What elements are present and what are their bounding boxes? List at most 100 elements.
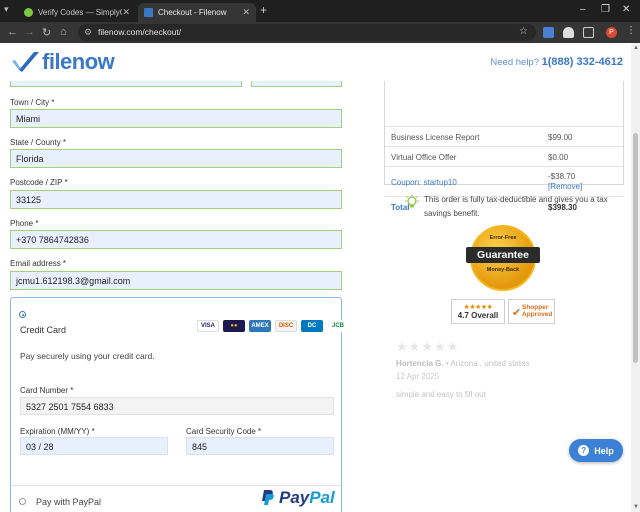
shopper-check-icon: ✔ [512,307,522,319]
simplycodes-favicon-icon [24,8,33,17]
zip-label: Postcode / ZIP * [10,178,68,187]
back-icon[interactable]: ← [7,26,18,38]
expiration-field[interactable]: 03 / 28 [20,437,168,455]
reload-icon[interactable]: ↻ [42,26,51,39]
tab-checkout[interactable]: Checkout - Filenow ✕ [138,3,256,22]
address-field-partial[interactable] [10,81,242,87]
visa-icon: VISA [197,320,219,332]
diners-club-icon: DC [301,320,323,332]
shopper-approved-badge[interactable]: ✔ Shopper Approved [508,299,555,324]
url-text[interactable]: filenow.com/checkout/ [98,27,181,37]
credit-card-label[interactable]: Credit Card [20,325,66,335]
discover-icon: DISC [275,320,297,332]
summary-item-label: Business License Report [391,133,480,142]
rating-badge[interactable]: ★★★★★ 4.7 Overall [451,299,505,324]
translate-extension-icon[interactable] [543,27,554,38]
card-number-field[interactable]: 5327 2501 7554 6833 [20,397,334,415]
seal-top-text: Error-Free [489,235,517,241]
card-number-label: Card Number * [20,386,74,395]
state-label: State / County * [10,138,67,147]
paypal-word-pal: Pal [309,488,335,507]
cvc-field[interactable]: 845 [186,437,334,455]
card-brands: VISA ●● AMEX DISC DC JCB [197,320,349,332]
close-tab-icon[interactable]: ✕ [242,7,250,18]
tab-title: Verify Codes — SimplyCodes [38,8,122,17]
need-help: Need help? 1(888) 332-4612 [490,56,623,68]
email-field[interactable]: jcmu1.612198.3@gmail.com [10,271,342,290]
cvc-label: Card Security Code * [186,427,262,436]
minimize-icon[interactable]: – [580,4,586,15]
summary-row-coupon: Coupon: startup10 -$38.70 [Remove] [385,166,623,196]
tax-note: This order is fully tax-deductible and g… [404,193,614,221]
scroll-down-icon[interactable]: ▼ [633,504,639,510]
email-label: Email address * [10,259,67,268]
payment-methods: Credit Card VISA ●● AMEX DISC DC JCB Pay… [10,297,349,512]
maximize-icon[interactable]: ❐ [601,4,610,15]
review-date: 12 Apr 2025 [396,372,440,381]
paypal-logo: PayPal [261,488,335,508]
scroll-up-icon[interactable]: ▲ [633,45,639,51]
amex-icon: AMEX [249,320,271,332]
address-bar[interactable]: ⚙ filenow.com/checkout/ ☆ [78,24,536,41]
extensions-puzzle-icon[interactable] [583,27,594,38]
filenow-logo[interactable]: filenow [10,49,115,75]
review-author: Hortencia G. [396,359,444,368]
scrollbar-thumb[interactable] [633,133,638,363]
shield-extension-icon[interactable] [563,27,574,38]
coupon-value: -$38.70 [548,172,576,181]
summary-row-license: Business License Report $99.00 [385,126,623,146]
new-tab-icon[interactable]: + [260,3,267,17]
close-tab-icon[interactable]: ✕ [122,7,130,18]
filenow-check-icon [12,52,39,72]
city-field[interactable]: Miami [10,109,342,128]
order-summary: Business License Report $99.00 Virtual O… [384,81,624,212]
rating-stars: ★★★★★ [463,304,493,311]
help-button[interactable]: ? Help [569,439,623,462]
close-window-icon[interactable]: ✕ [622,4,630,15]
phone-link[interactable]: 1(888) 332-4612 [542,56,623,68]
home-icon[interactable]: ⌂ [60,26,67,38]
tab-title: Checkout - Filenow [158,8,227,17]
bookmark-star-icon[interactable]: ☆ [519,26,528,37]
help-label: Help [594,445,614,456]
review-text: simple and easy to fill out [396,390,486,399]
paypal-label[interactable]: Pay with PayPal [36,497,101,507]
payment-divider [11,485,341,486]
summary-item-value: $99.00 [548,133,573,142]
question-icon: ? [578,445,590,456]
browser-tab-bar: ▾ Verify Codes — SimplyCodes ✕ Checkout … [0,0,640,22]
tab-simplycodes[interactable]: Verify Codes — SimplyCodes ✕ [18,3,136,22]
guarantee-seal: Error-Free Guarantee Money-Back [466,223,540,293]
browser-menu-icon[interactable]: ⋮ [626,25,636,36]
review-location: • Arizona , united states [445,359,530,368]
review-stars: ★★★★★ [396,339,460,354]
summary-item-value: $0.00 [548,153,569,162]
phone-label: Phone * [10,219,39,228]
phone-field[interactable]: +370 7864742836 [10,230,342,249]
remove-coupon-link[interactable]: [Remove] [548,182,582,191]
forward-icon[interactable]: → [24,26,35,38]
summary-item-label: Virtual Office Offer [391,153,457,162]
city-label: Town / City * [10,98,55,107]
address2-field-partial[interactable] [251,81,342,87]
lightbulb-icon [405,194,419,208]
site-info-icon[interactable]: ⚙ [84,27,92,38]
seal-main-text: Guarantee [466,247,540,263]
paypal-word-pay: Pay [279,488,310,507]
shopper-line1: Shopper [522,304,549,311]
logo-text: filenow [42,49,115,74]
page-scrollbar[interactable]: ▲ ▼ [631,43,640,512]
filenow-favicon-icon [144,8,153,17]
profile-avatar[interactable]: P [606,27,617,38]
jcb-icon: JCB [327,320,349,332]
paypal-p-icon [262,490,274,505]
paypal-radio[interactable] [19,498,26,505]
seal-bottom-text: Money-Back [486,267,520,273]
tab-list-icon[interactable]: ▾ [4,4,9,15]
page-content: filenow Need help? 1(888) 332-4612 Town … [0,43,631,512]
zip-field[interactable]: 33125 [10,190,342,209]
shopper-line2: Approved [522,311,553,318]
state-field[interactable]: Florida [10,149,342,168]
summary-row-virtual-office: Virtual Office Offer $0.00 [385,146,623,166]
credit-card-radio[interactable] [19,311,26,318]
